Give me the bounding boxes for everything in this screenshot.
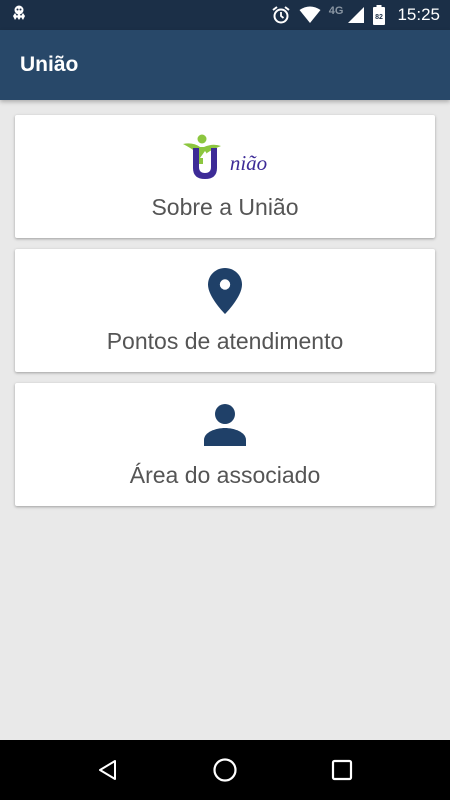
recents-button[interactable]: [317, 745, 367, 795]
back-icon: [99, 760, 117, 780]
battery-icon: 82: [373, 5, 386, 25]
uniao-logo: nião: [182, 132, 268, 182]
logo-text: nião: [229, 151, 268, 175]
location-pin-icon: [208, 268, 242, 314]
card-label: Área do associado: [129, 462, 321, 488]
app-bar: União: [0, 30, 450, 100]
card-pontos-atendimento[interactable]: Pontos de atendimento: [15, 249, 435, 372]
card-sobre-uniao[interactable]: nião Sobre a União: [15, 115, 435, 238]
status-time: 15:25: [397, 5, 440, 24]
status-bar: 4G 82 15:25: [0, 0, 450, 30]
notification-icon: [10, 4, 28, 27]
recents-icon: [331, 759, 352, 781]
signal-icon: [347, 6, 365, 24]
home-button[interactable]: [200, 745, 250, 795]
card-area-associado[interactable]: Área do associado: [15, 383, 435, 506]
menu-cards: nião Sobre a União Pontos de atendimento…: [15, 115, 435, 517]
alarm-icon: [271, 5, 291, 25]
wifi-icon: [299, 6, 321, 24]
card-label: Pontos de atendimento: [106, 328, 344, 354]
card-label: Sobre a União: [151, 194, 299, 220]
home-icon: [213, 758, 237, 782]
app-title: União: [20, 53, 79, 76]
navigation-bar: [0, 740, 450, 800]
network-type-label: 4G: [328, 5, 344, 17]
person-icon: [204, 404, 246, 446]
uniao-logo-mark: [182, 134, 221, 179]
back-button[interactable]: [83, 745, 133, 795]
battery-level: 82: [376, 14, 384, 21]
